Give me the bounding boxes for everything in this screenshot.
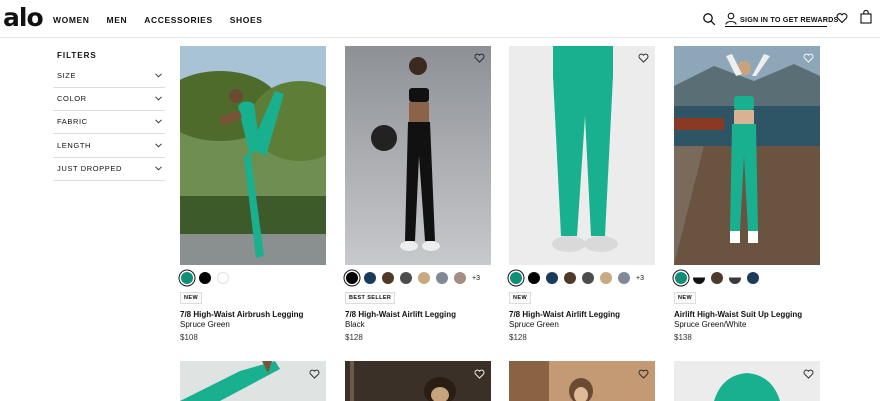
product-image[interactable] — [674, 46, 820, 265]
product-card-partial[interactable] — [674, 361, 820, 401]
main-nav: WOMEN MEN ACCESSORIES SHOES — [53, 15, 279, 25]
product-price: $128 — [509, 333, 527, 342]
product-image[interactable] — [674, 361, 820, 401]
swatch-grey[interactable] — [618, 272, 630, 284]
chevron-down-icon — [155, 73, 162, 78]
signin-link[interactable]: SIGN IN TO GET REWARDS — [740, 15, 839, 24]
nav-women[interactable]: WOMEN — [53, 15, 90, 25]
heart-icon[interactable] — [474, 369, 485, 379]
product-name[interactable]: Airlift High-Waist Suit Up Legging — [674, 310, 802, 319]
filter-label: COLOR — [57, 94, 87, 103]
swatch-charcoal[interactable] — [729, 272, 741, 284]
product-color: Spruce Green/White — [674, 320, 747, 329]
product-badge: NEW — [180, 292, 203, 304]
swatch-tan[interactable] — [600, 272, 612, 284]
swatch-black[interactable] — [528, 272, 540, 284]
product-badge: NEW — [509, 292, 532, 304]
shopping-bag-icon[interactable] — [860, 10, 872, 24]
product-card-partial[interactable] — [509, 361, 655, 401]
chevron-down-icon — [155, 119, 162, 124]
nav-shoes[interactable]: SHOES — [230, 15, 263, 25]
product-card-partial[interactable] — [180, 361, 326, 401]
product-price: $138 — [674, 333, 692, 342]
heart-icon[interactable] — [836, 12, 848, 24]
brand-logo[interactable]: alo — [3, 4, 44, 32]
heart-icon[interactable] — [309, 369, 320, 379]
swatch-list: +3 — [346, 272, 480, 284]
swatch-white[interactable] — [217, 272, 229, 284]
swatch-charcoal[interactable] — [400, 272, 412, 284]
heart-icon[interactable] — [638, 369, 649, 379]
filter-label: SIZE — [57, 71, 77, 80]
swatch-mauve[interactable] — [454, 272, 466, 284]
filter-label: LENGTH — [57, 141, 92, 150]
swatch-spruce-green[interactable] — [181, 272, 193, 284]
product-image[interactable] — [180, 361, 326, 401]
chevron-down-icon — [155, 143, 162, 148]
nav-accessories[interactable]: ACCESSORIES — [144, 15, 212, 25]
swatch-charcoal[interactable] — [582, 272, 594, 284]
product-color: Spruce Green — [509, 320, 559, 329]
product-name[interactable]: 7/8 High-Waist Airlift Legging — [509, 310, 620, 319]
swatch-brown[interactable] — [564, 272, 576, 284]
site-header: alo WOMEN MEN ACCESSORIES SHOES SIGN IN … — [0, 0, 880, 38]
product-image[interactable] — [509, 361, 655, 401]
nav-men[interactable]: MEN — [107, 15, 128, 25]
swatch-list: +3 — [510, 272, 644, 284]
product-price: $128 — [345, 333, 363, 342]
heart-icon[interactable] — [474, 53, 485, 63]
swatch-navy[interactable] — [546, 272, 558, 284]
swatch-grey[interactable] — [436, 272, 448, 284]
swatch-black[interactable] — [199, 272, 211, 284]
chevron-down-icon — [155, 96, 162, 101]
heart-icon[interactable] — [803, 369, 814, 379]
more-colors[interactable]: +3 — [636, 275, 644, 282]
chevron-down-icon — [155, 166, 162, 171]
swatch-list — [675, 272, 765, 284]
swatch-black-white[interactable] — [693, 272, 705, 284]
filter-color[interactable]: COLOR — [53, 88, 165, 111]
product-color: Spruce Green — [180, 320, 230, 329]
search-icon[interactable] — [702, 12, 716, 26]
swatch-list — [181, 272, 235, 284]
product-image[interactable] — [345, 361, 491, 401]
filter-just-dropped[interactable]: JUST DROPPED — [53, 158, 165, 181]
product-image[interactable] — [509, 46, 655, 265]
swatch-spruce-green[interactable] — [675, 272, 687, 284]
swatch-navy[interactable] — [747, 272, 759, 284]
swatch-navy[interactable] — [364, 272, 376, 284]
signin-underline — [725, 26, 827, 27]
product-price: $108 — [180, 333, 198, 342]
swatch-brown[interactable] — [711, 272, 723, 284]
product-name[interactable]: 7/8 High-Waist Airlift Legging — [345, 310, 456, 319]
filter-length[interactable]: LENGTH — [53, 135, 165, 158]
swatch-tan[interactable] — [418, 272, 430, 284]
filter-label: JUST DROPPED — [57, 164, 122, 173]
swatch-brown[interactable] — [382, 272, 394, 284]
swatch-spruce-green[interactable] — [510, 272, 522, 284]
heart-icon[interactable] — [638, 53, 649, 63]
product-badge: BEST SELLER — [345, 292, 396, 304]
product-name[interactable]: 7/8 High-Waist Airbrush Legging — [180, 310, 303, 319]
filter-fabric[interactable]: FABRIC — [53, 111, 165, 134]
product-color: Black — [345, 320, 365, 329]
filter-label: FABRIC — [57, 117, 88, 126]
product-image[interactable] — [180, 46, 326, 265]
filter-size[interactable]: SIZE — [53, 65, 165, 88]
product-card-partial[interactable] — [345, 361, 491, 401]
user-icon[interactable] — [725, 12, 737, 25]
filters-title: FILTERS — [57, 51, 97, 60]
swatch-black[interactable] — [346, 272, 358, 284]
heart-icon[interactable] — [803, 53, 814, 63]
product-badge: NEW — [674, 292, 697, 304]
product-image[interactable] — [345, 46, 491, 265]
more-colors[interactable]: +3 — [472, 275, 480, 282]
